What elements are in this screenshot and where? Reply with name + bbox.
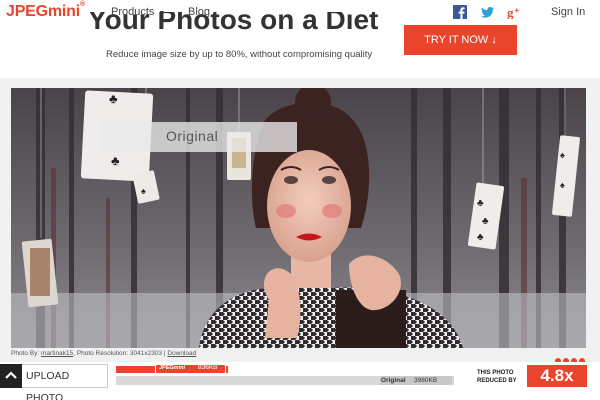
page-title: Your Photos on a Diet (88, 12, 379, 34)
reduced-by-label: THIS PHOTO REDUCED BY (477, 370, 517, 384)
jpegmini-name: JPEGmini (159, 365, 185, 371)
download-link[interactable]: Download (167, 350, 196, 357)
svg-text:♣: ♣ (109, 91, 118, 106)
jpegmini-logo[interactable]: JPEGmini® (6, 1, 85, 21)
comparison-photo[interactable]: ♣ ♣ ♠ ♣ ♣ ♣ ♠ ♠ (11, 88, 586, 348)
photo-credit: Photo By: martinak15, Photo Resolution: … (11, 350, 197, 357)
svg-text:+: + (515, 6, 520, 15)
svg-text:♠: ♠ (560, 150, 565, 160)
svg-text:♣: ♣ (477, 232, 484, 243)
svg-text:♣: ♣ (482, 216, 489, 227)
reduction-ratio-badge: 4.8x (527, 365, 587, 387)
svg-text:♣: ♣ (111, 153, 120, 168)
original-label: Original (166, 128, 219, 144)
original-name: Original (381, 377, 406, 384)
svg-text:g: g (507, 5, 514, 19)
original-size: 3980KB (414, 377, 438, 384)
jpegmini-size: 836KB (198, 364, 218, 371)
svg-text:♣: ♣ (477, 198, 484, 209)
sign-in-link[interactable]: Sign In (551, 6, 585, 18)
try-it-now-button[interactable]: TRY IT NOW ↓ (404, 25, 517, 55)
twitter-icon[interactable] (481, 5, 495, 19)
author-link[interactable]: martinak15 (41, 350, 73, 357)
svg-text:♠: ♠ (560, 180, 565, 190)
photo-illustration: ♣ ♣ ♠ ♣ ♣ ♣ ♠ ♠ (11, 88, 586, 348)
hero-subtitle: Reduce image size by up to 80%, without … (106, 49, 373, 60)
svg-text:♠: ♠ (141, 186, 146, 196)
facebook-icon[interactable] (453, 5, 467, 19)
upload-arrow-icon[interactable] (0, 364, 22, 388)
upload-photo-button[interactable]: UPLOAD PHOTO (9, 364, 108, 400)
google-plus-icon[interactable]: g + (507, 5, 521, 19)
